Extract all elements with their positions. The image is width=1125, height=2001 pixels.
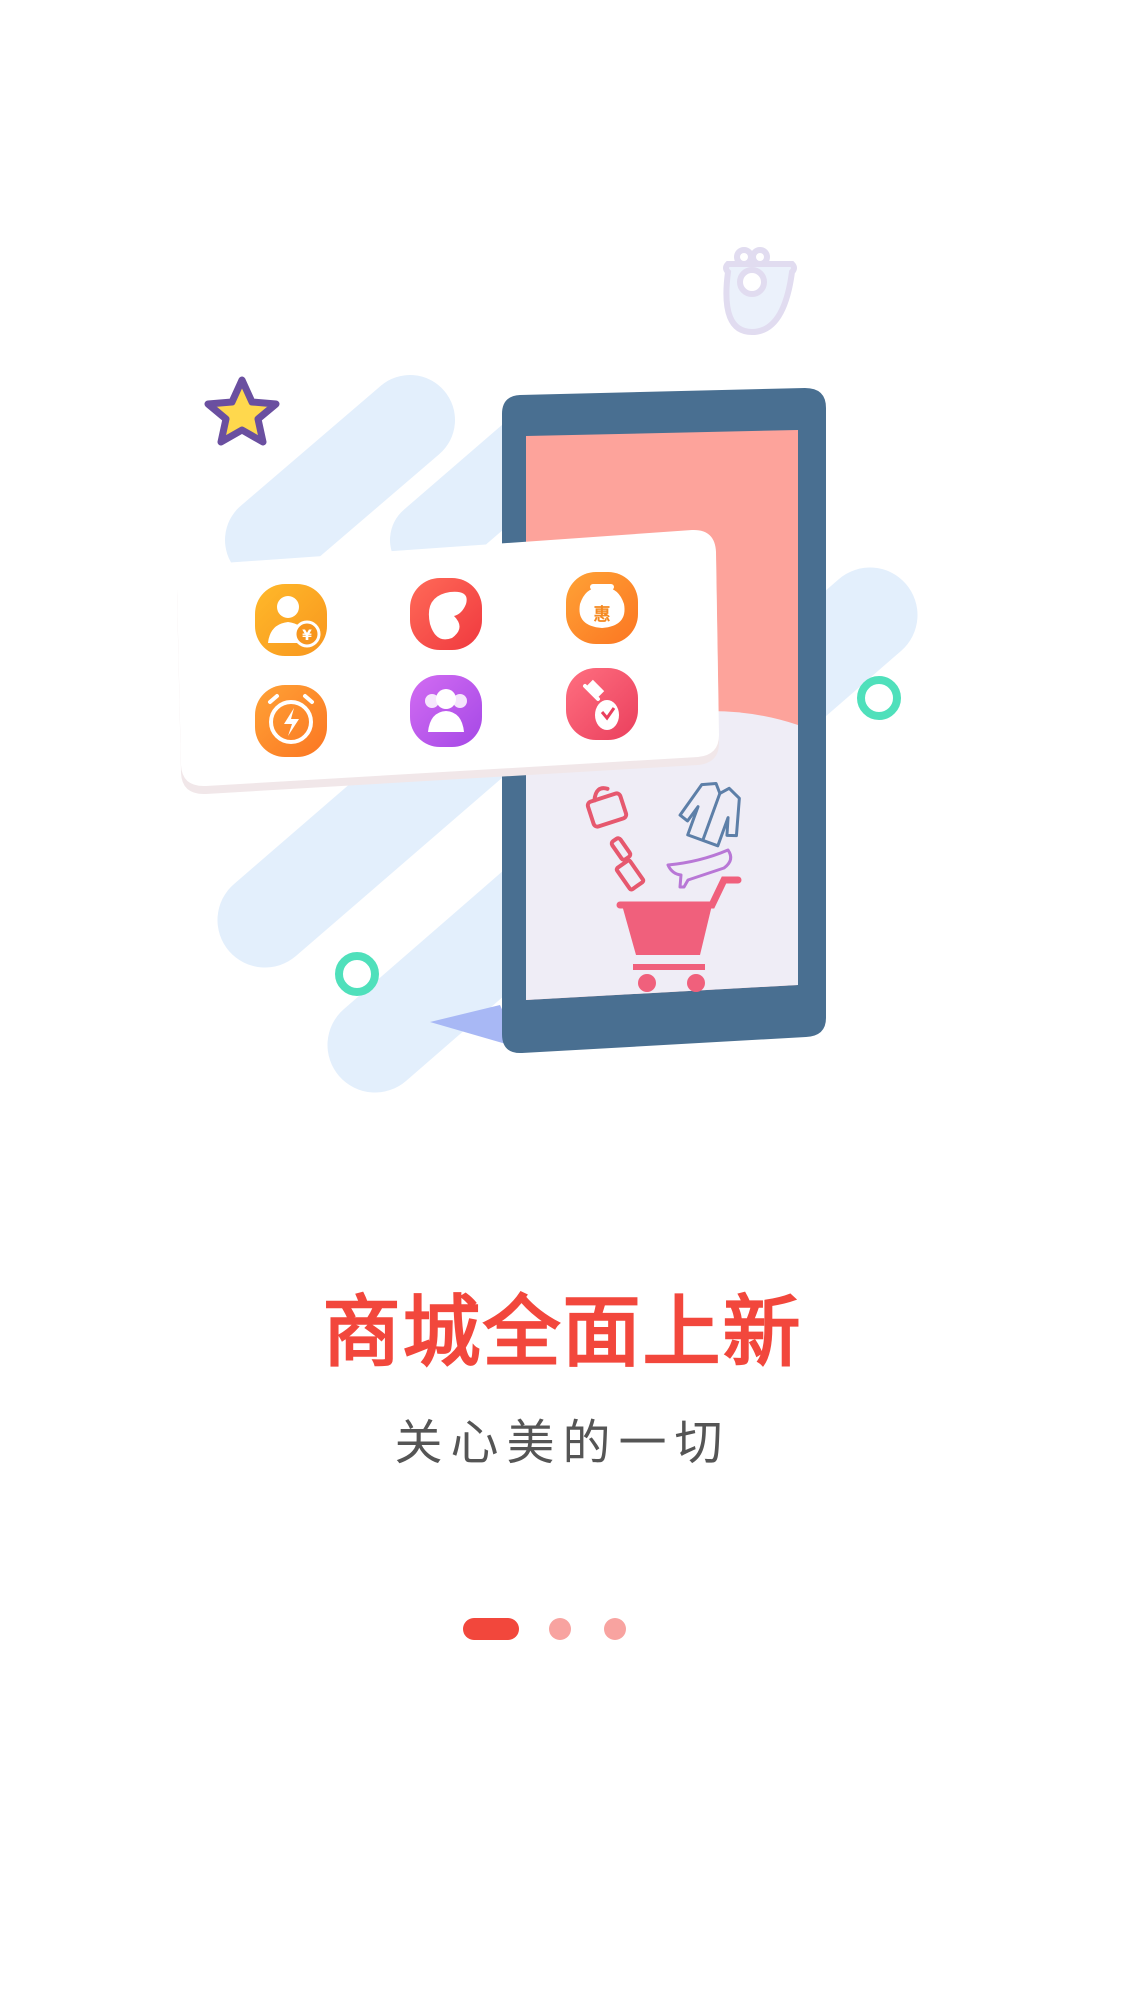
bib-icon [723, 247, 797, 336]
ring-decoration [335, 952, 379, 996]
page-dot[interactable] [604, 1618, 626, 1640]
star-icon [204, 376, 280, 446]
bean-icon[interactable] [410, 578, 482, 650]
onboarding-illustration: ¥ 惠 [177, 247, 918, 1093]
feature-card [177, 529, 719, 795]
discount-bag-icon[interactable]: 惠 [566, 572, 638, 644]
alarm-flash-icon[interactable] [255, 685, 327, 757]
svg-text:¥: ¥ [302, 628, 312, 644]
svg-text:惠: 惠 [594, 604, 611, 625]
onboarding-subtitle: 关心美的一切 [394, 1415, 731, 1471]
onboarding-title: 商城全面上新 [322, 1288, 803, 1378]
auction-icon[interactable] [566, 668, 638, 740]
page-dot[interactable] [549, 1618, 571, 1640]
group-icon[interactable] [410, 675, 482, 747]
page-indicator [0, 1618, 1125, 1642]
ring-decoration [857, 676, 901, 720]
page-dot-active[interactable] [463, 1618, 519, 1640]
user-money-icon[interactable]: ¥ [255, 584, 327, 656]
